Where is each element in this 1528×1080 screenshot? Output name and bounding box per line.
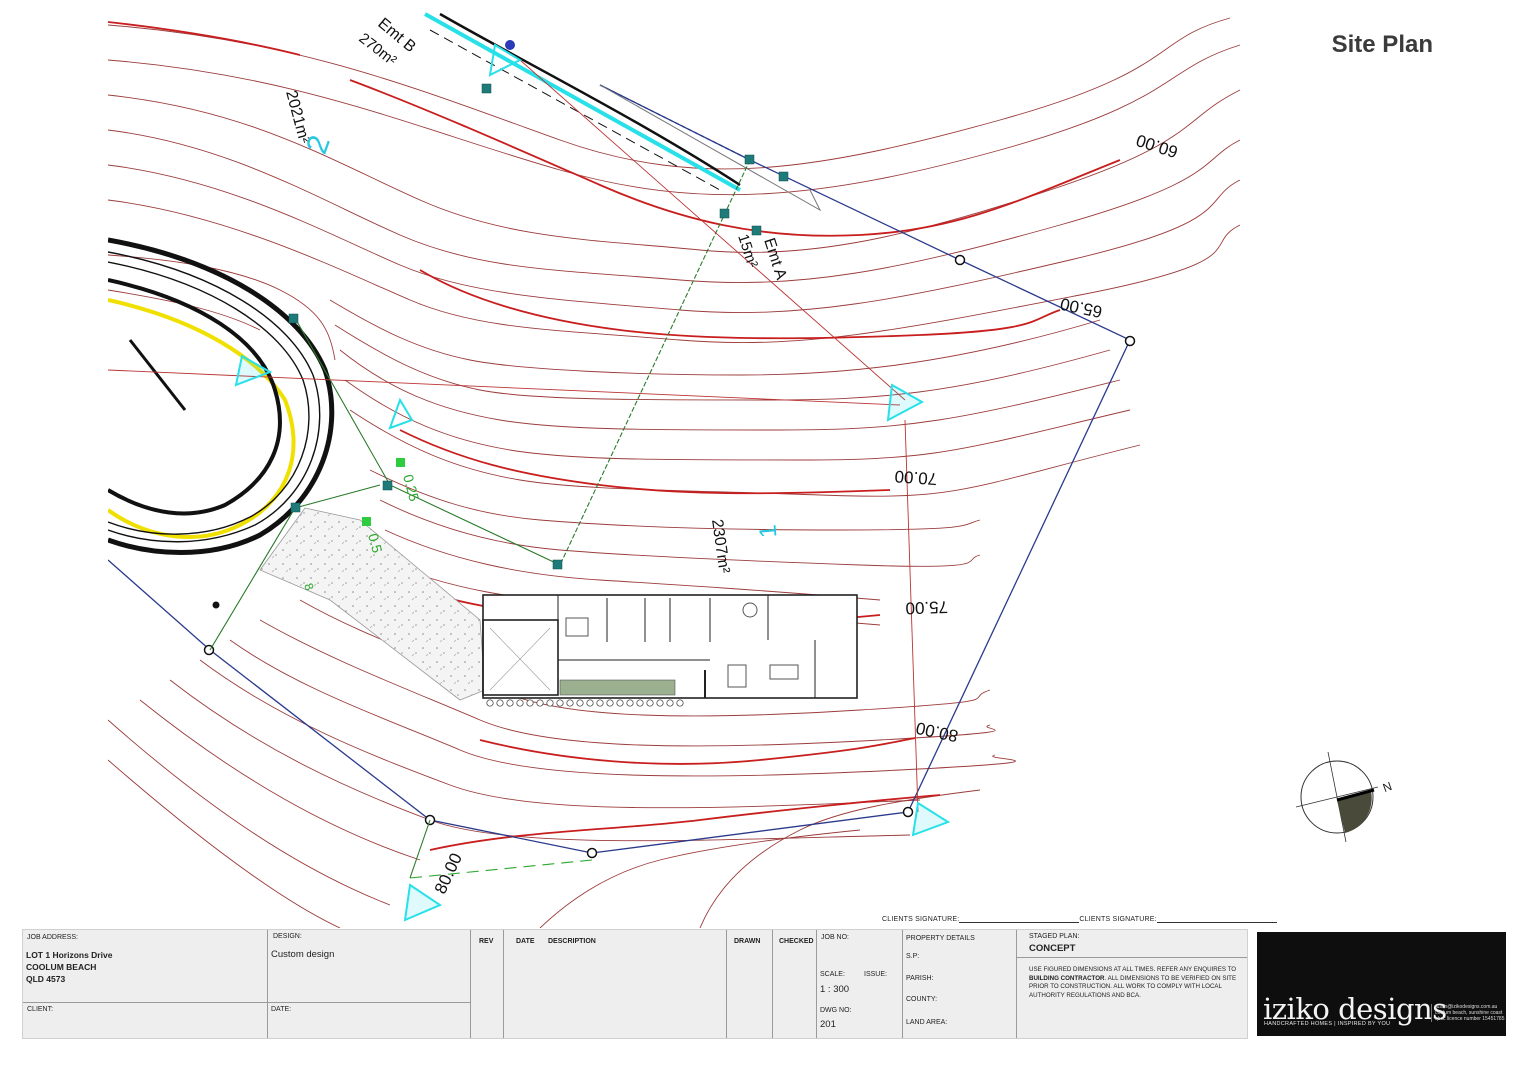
notes-text-bold: BUILDING CONTRACTOR [1029,974,1105,982]
design-label: DESIGN: [273,933,302,940]
signature-line-1[interactable] [959,916,1080,923]
job-address-line-1: LOT 1 Horizons Drive [26,950,113,960]
design-value: Custom design [271,949,335,960]
issue-label: ISSUE: [864,971,887,978]
rev-label: REV [479,938,494,945]
staged-plan-value: CONCEPT [1029,943,1076,954]
logo-contact: rustin@izikodesigns.com.au coolum beach,… [1431,1004,1505,1022]
parish-label: PARISH: [906,975,934,982]
description-column-label: DESCRIPTION [548,938,596,945]
lot-1-number: 1 [754,523,782,539]
contour-label-80-west: 80.00 [431,850,466,897]
signature-label-1: CLIENTS SIGNATURE: [882,916,960,923]
scale-label: SCALE: [820,971,845,978]
date-label: DATE: [271,1006,292,1013]
contour-label-80-east: 80.00 [914,718,960,745]
signature-label-2: CLIENTS SIGNATURE: [1079,916,1157,923]
drawn-label: DRAWN [734,938,761,945]
easement-a-area: 15m² [734,232,761,270]
house-footprint [482,594,858,699]
dwg-no-value: 201 [820,1019,836,1030]
survey-nodes [288,83,789,570]
lot-2-number: 2 [300,131,337,158]
client-label: CLIENT: [27,1006,54,1013]
construction-notes: USE FIGURED DIMENSIONS AT ALL TIMES. REF… [1029,966,1239,1000]
blue-node [505,40,515,50]
easement-b [424,12,822,212]
county-label: COUNTY: [906,996,938,1003]
easement-triangles [234,43,951,922]
job-no-label: JOB NO: [821,934,850,941]
lot-1-area: 2307m² [708,518,732,575]
client-signatures: CLIENTS SIGNATURE: CLIENTS SIGNATURE: [882,916,1277,923]
land-area-label: LAND AREA: [906,1019,948,1026]
scale-value: 1 : 300 [820,984,850,995]
sp-label: S.P: [906,953,920,960]
contour-label-60: 60.00 [1134,130,1180,161]
page-title: Site Plan [1331,31,1433,58]
contours-major [108,21,1121,851]
north-arrow [1295,751,1379,843]
sight-lines [108,59,919,813]
contour-label-65: 65.00 [1058,294,1104,321]
property-details-label: PROPERTY DETAILS [906,935,975,942]
staged-plan-label: STAGED PLAN: [1029,933,1080,940]
notes-text-1: USE FIGURED DIMENSIONS AT ALL TIMES. REF… [1029,966,1237,973]
company-logo: iziko designs HANDCRAFTED HOMES | INSPIR… [1257,932,1506,1036]
contour-label-75: 75.00 [905,597,948,617]
job-address-line-3: QLD 4573 [26,974,66,984]
green-markers [362,458,405,526]
house-piers [486,699,684,707]
contour-label-70: 70.00 [894,467,938,489]
dwg-no-label: DWG NO: [820,1007,852,1014]
setout-lines [209,159,751,879]
title-block: JOB ADDRESS: LOT 1 Horizons Drive COOLUM… [22,929,1248,1039]
signature-line-2[interactable] [1156,916,1277,923]
black-node [212,601,220,609]
job-address-label: JOB ADDRESS: [27,934,78,941]
job-address-line-2: COOLUM BEACH [26,962,97,972]
site-plan-drawing: 60.00 65.00 70.00 75.00 80.00 80.00 2307… [108,12,1379,928]
spot-level-1: 0.25 [400,473,423,504]
logo-contact-licence: qbcc licence number 15451785 [1435,1016,1505,1022]
easement-a-name: Emt A [760,236,789,282]
lot-boundary [108,84,1131,854]
checked-label: CHECKED [779,938,814,945]
date-column-label: DATE [516,938,535,945]
logo-tagline: HANDCRAFTED HOMES | INSPIRED BY YOU [1264,1021,1391,1027]
